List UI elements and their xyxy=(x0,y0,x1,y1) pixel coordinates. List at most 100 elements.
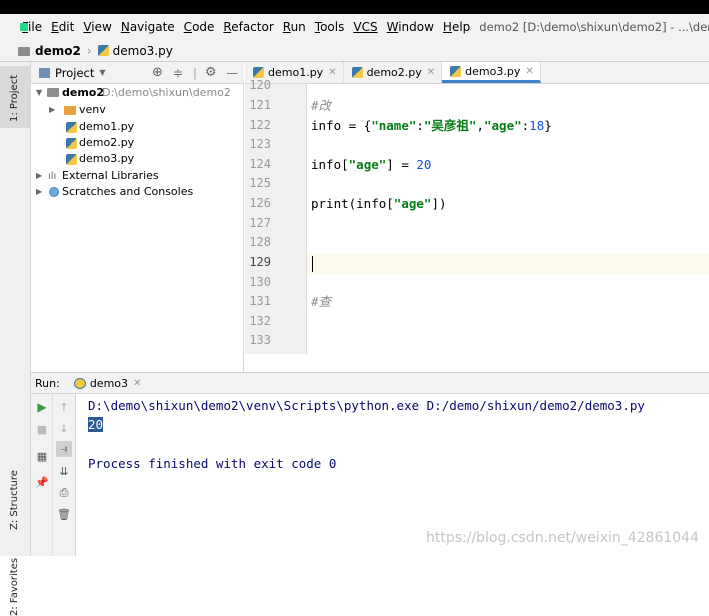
line-number: 128 xyxy=(249,235,271,249)
soft-wrap-icon[interactable]: ⥽ xyxy=(56,441,72,457)
tree-item-external-libraries[interactable]: ▶ ılı External Libraries xyxy=(31,168,243,184)
python-file-icon xyxy=(66,154,77,165)
menu-tools[interactable]: Tools xyxy=(315,20,345,34)
print-icon[interactable]: ⎙ xyxy=(56,485,72,501)
code-line-122: info = {"name":"吴彦祖","age":18} xyxy=(311,118,552,133)
run-toolbar-left: ▶ ■ ▦ 📌 xyxy=(31,394,53,556)
root-project-path: D:\demo\shixun\demo2 xyxy=(102,86,231,99)
divider: | xyxy=(192,65,197,80)
editor-bottom-area xyxy=(245,354,709,372)
pin-icon[interactable]: 📌 xyxy=(34,474,50,490)
editor-tabs: demo1.py ✕ demo2.py ✕ demo3.py ✕ xyxy=(245,62,709,84)
breadcrumb-file[interactable]: demo3.py xyxy=(113,44,173,58)
project-tool-label[interactable]: 1: Project xyxy=(9,75,20,122)
chevron-down-icon[interactable]: ▼ xyxy=(99,68,105,77)
stop-icon[interactable]: ■ xyxy=(34,421,50,437)
arrow-down-icon[interactable]: ↓ xyxy=(56,420,72,436)
trash-icon[interactable]: 🗑 xyxy=(56,506,72,522)
tree-item-demo2[interactable]: demo2.py xyxy=(31,135,243,151)
chevron-right-icon[interactable]: ▶ xyxy=(36,184,42,200)
tree-item-label: demo3.py xyxy=(79,152,135,165)
root-project-name: demo2 xyxy=(62,86,105,99)
tab-label: demo3.py xyxy=(465,64,521,78)
watermark: https://blog.csdn.net/weixin_42861044 xyxy=(425,530,699,546)
chevron-right-icon[interactable]: ▶ xyxy=(36,168,42,184)
console-exit-message: Process finished with exit code 0 xyxy=(88,456,337,471)
menu-navigate[interactable]: Navigate xyxy=(121,20,175,34)
text-caret xyxy=(312,256,313,272)
line-number: 131 xyxy=(249,294,271,308)
close-icon[interactable]: ✕ xyxy=(427,67,435,78)
menu-edit[interactable]: Edit xyxy=(51,20,74,34)
python-file-icon xyxy=(66,138,77,149)
line-number: 125 xyxy=(249,176,271,190)
tree-root[interactable]: ▼ demo2 D:\demo\shixun\demo2 xyxy=(31,85,243,101)
layout-icon[interactable]: ▦ xyxy=(34,448,50,464)
tree-item-scratches[interactable]: ▶ Scratches and Consoles xyxy=(31,184,243,200)
favorites-tool-label[interactable]: 2: Favorites xyxy=(9,558,20,616)
folder-icon xyxy=(47,88,59,97)
left-tool-strip: 1: Project Z: Structure 2: Favorites xyxy=(0,62,31,616)
locate-icon[interactable]: ⊕ xyxy=(152,65,163,80)
project-panel-header: Project ▼ ⊕ ≑ | ⚙ — xyxy=(31,62,244,84)
close-icon[interactable]: ✕ xyxy=(525,66,533,77)
run-tab-label[interactable]: demo3 xyxy=(90,377,128,390)
line-number-gutter: 120 121 122 123 124 125 126 127 128 129 … xyxy=(245,78,307,354)
console-command: D:\demo\shixun\demo2\venv\Scripts\python… xyxy=(88,398,645,413)
run-toolbar-right: ↑ ↓ ⥽ ⇊ ⎙ 🗑 xyxy=(53,394,76,556)
line-number: 121 xyxy=(249,98,271,112)
current-line-highlight xyxy=(307,254,709,274)
breadcrumb-separator: › xyxy=(86,43,92,58)
run-panel-header: Run: demo3 ✕ xyxy=(31,372,709,394)
scroll-to-end-icon[interactable]: ⇊ xyxy=(56,463,72,479)
console-output: 20 xyxy=(88,417,104,432)
tree-item-demo3[interactable]: demo3.py xyxy=(31,151,243,167)
close-icon[interactable]: ✕ xyxy=(133,378,141,389)
structure-tool-label[interactable]: Z: Structure xyxy=(9,470,20,530)
run-label: Run: xyxy=(35,376,60,390)
line-number: 122 xyxy=(249,118,271,132)
menu-help[interactable]: Help xyxy=(443,20,470,34)
code-editor[interactable]: #改 info = {"name":"吴彦祖","age":18} info["… xyxy=(307,84,709,354)
breadcrumb-project[interactable]: demo2 xyxy=(35,44,81,58)
gear-icon[interactable]: ⚙ xyxy=(205,65,217,80)
menu-refactor[interactable]: Refactor xyxy=(223,20,273,34)
menu-window[interactable]: Window xyxy=(387,20,434,34)
menu-run[interactable]: Run xyxy=(283,20,306,34)
python-file-icon xyxy=(450,65,462,77)
line-number: 120 xyxy=(249,78,271,92)
menu-code[interactable]: Code xyxy=(184,20,215,34)
folder-icon xyxy=(18,47,30,56)
tab-label: demo2.py xyxy=(366,66,422,79)
tab-demo3[interactable]: demo3.py ✕ xyxy=(442,62,541,83)
tab-label: demo1.py xyxy=(268,66,324,79)
project-view-selector[interactable]: Project xyxy=(55,66,94,80)
arrow-up-icon[interactable]: ↑ xyxy=(56,399,72,415)
menu-bar: File Edit View Navigate Code Refactor Ru… xyxy=(0,14,709,40)
close-icon[interactable]: ✕ xyxy=(328,67,336,78)
python-file-icon xyxy=(97,45,109,56)
tab-demo2[interactable]: demo2.py ✕ xyxy=(344,62,443,83)
tree-item-label: demo2.py xyxy=(79,136,135,149)
tree-item-label: venv xyxy=(79,103,106,116)
line-number: 124 xyxy=(249,157,271,171)
collapse-all-icon[interactable]: ≑ xyxy=(173,66,183,80)
chevron-down-icon[interactable]: ▼ xyxy=(36,85,42,101)
code-comment: #查 xyxy=(311,294,332,309)
python-file-icon xyxy=(351,67,363,78)
menu-view[interactable]: View xyxy=(83,20,111,34)
rerun-icon[interactable]: ▶ xyxy=(34,399,50,415)
tree-item-label: Scratches and Consoles xyxy=(62,185,194,198)
tree-item-venv[interactable]: ▶ venv xyxy=(31,102,243,118)
scratches-icon xyxy=(49,187,59,197)
chevron-right-icon[interactable]: ▶ xyxy=(49,102,55,118)
tree-item-demo1[interactable]: demo1.py xyxy=(31,119,243,135)
project-tree: ▼ demo2 D:\demo\shixun\demo2 ▶ venv demo… xyxy=(31,84,244,372)
python-run-icon xyxy=(73,377,86,389)
current-line-number: 129 xyxy=(249,255,271,269)
minimize-icon[interactable]: — xyxy=(227,66,239,80)
menu-vcs[interactable]: VCS xyxy=(353,20,377,34)
library-icon: ılı xyxy=(48,171,57,182)
project-view-icon xyxy=(39,67,50,78)
line-number: 130 xyxy=(249,275,271,289)
